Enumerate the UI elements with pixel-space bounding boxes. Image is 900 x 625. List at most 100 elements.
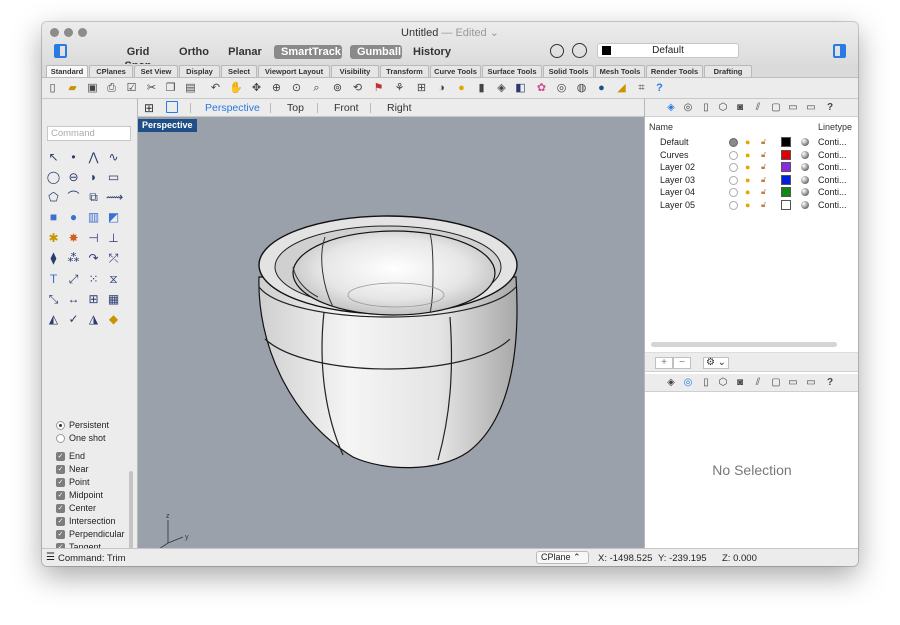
layer-color-swatch[interactable] xyxy=(781,137,791,147)
arc-icon[interactable]: ◗ xyxy=(86,170,101,185)
gumball-button[interactable]: Gumball xyxy=(350,45,402,59)
layers-icon[interactable]: ◈ xyxy=(665,377,677,389)
move-icon[interactable]: ⤢ xyxy=(66,272,81,287)
rotate-view-icon[interactable]: ✥ xyxy=(250,82,263,95)
hide-objects-icon[interactable]: ◑ xyxy=(435,82,448,95)
tab-right[interactable]: Right xyxy=(387,102,412,114)
checkbox-perpendicular[interactable]: ✓ xyxy=(56,530,65,539)
cplane-select[interactable]: CPlane ⌃ xyxy=(536,551,589,564)
zoom-icon[interactable]: ⊕ xyxy=(270,82,283,95)
grid-array-icon[interactable]: ⊞ xyxy=(86,292,101,307)
camera-icon[interactable]: ◙ xyxy=(734,377,746,389)
array-icon[interactable]: ⁙ xyxy=(86,272,101,287)
surface-icon[interactable]: ◩ xyxy=(106,210,121,225)
command-history-icon[interactable]: ☰ xyxy=(46,552,55,563)
tab-front[interactable]: Front xyxy=(334,102,359,114)
tab-display[interactable]: Display xyxy=(179,65,220,77)
name-column-header[interactable]: Name xyxy=(649,122,673,132)
file-icon[interactable]: ▭ xyxy=(787,377,799,389)
render-icon[interactable]: ● xyxy=(595,82,608,95)
display-icon[interactable]: ◎ xyxy=(682,102,694,114)
block-icon[interactable]: ▦ xyxy=(106,292,121,307)
left-sidebar-toggle-icon[interactable] xyxy=(54,44,67,58)
lock-icon[interactable]: 🔓︎ xyxy=(761,174,770,186)
tab-transform[interactable]: Transform xyxy=(380,65,429,77)
properties-icon[interactable]: ☑ xyxy=(125,82,138,95)
current-layer-indicator[interactable] xyxy=(729,151,738,160)
explode-icon[interactable]: ✸ xyxy=(66,231,81,246)
file-icon[interactable]: ▭ xyxy=(787,102,799,114)
zoom-window-icon[interactable]: ⊙ xyxy=(290,82,303,95)
add-layer-button[interactable]: + xyxy=(655,357,673,369)
curve-icon[interactable]: ∿ xyxy=(106,150,121,165)
circle-icon[interactable]: ◯ xyxy=(46,170,61,185)
grid-snap-button[interactable]: Grid Snap xyxy=(114,45,162,72)
checkbox-intersection[interactable]: ✓ xyxy=(56,517,65,526)
mirror-icon[interactable]: ⧖ xyxy=(106,272,121,287)
document-icon[interactable]: ▯ xyxy=(700,377,712,389)
history-button[interactable]: History xyxy=(412,45,452,59)
edited-indicator[interactable]: — Edited ⌄ xyxy=(441,27,499,39)
undo-view-icon[interactable]: ⟲ xyxy=(351,82,364,95)
offset-curve-icon[interactable]: ⧉ xyxy=(86,190,101,205)
perspective-viewport[interactable]: Perspective z y xyxy=(138,117,644,548)
current-layer-select[interactable]: Default xyxy=(597,43,739,58)
lock-icon[interactable]: 🔓︎ xyxy=(761,136,770,148)
layer-icon[interactable]: ◈ xyxy=(495,82,508,95)
help-panel-icon[interactable]: ? xyxy=(824,102,836,114)
paste-icon[interactable]: ▤ xyxy=(184,82,197,95)
layer-color-swatch[interactable] xyxy=(781,200,791,210)
ortho-button[interactable]: Ortho xyxy=(176,45,212,59)
distance-icon[interactable]: ◮ xyxy=(86,312,101,327)
checkbox-end[interactable]: ✓ xyxy=(56,452,65,461)
layer-color-swatch[interactable] xyxy=(781,175,791,185)
layer-settings-button[interactable]: ⚙ ⌄ xyxy=(703,357,729,369)
material-icon[interactable] xyxy=(801,138,809,146)
light-bulb-icon[interactable]: ● xyxy=(745,136,754,148)
osnap-scrollbar[interactable] xyxy=(129,471,133,551)
command-input[interactable]: Command xyxy=(47,126,131,141)
right-sidebar-toggle-icon[interactable] xyxy=(833,44,846,58)
layer-color-swatch[interactable] xyxy=(781,187,791,197)
light-bulb-icon[interactable]: ● xyxy=(745,186,754,198)
layer-row[interactable]: Layer 05 ● 🔓︎ Conti... xyxy=(645,199,858,211)
current-layer-indicator[interactable] xyxy=(729,176,738,185)
select-all-icon[interactable]: ⚑ xyxy=(372,82,385,95)
render-mode-icon[interactable]: ◎ xyxy=(555,82,568,95)
current-layer-indicator[interactable] xyxy=(729,138,738,147)
display-icon[interactable]: ◎ xyxy=(682,377,694,389)
single-viewport-icon[interactable] xyxy=(166,101,178,113)
record-history-icon[interactable] xyxy=(572,43,587,58)
lock-icon[interactable]: 🔓︎ xyxy=(761,199,770,211)
lock-icon[interactable]: ▮ xyxy=(475,82,488,95)
cut-icon[interactable]: ✂ xyxy=(145,82,158,95)
block-panel-icon[interactable]: ⬡ xyxy=(717,102,729,114)
four-views-icon[interactable]: ⊞ xyxy=(415,82,428,95)
light-bulb-icon[interactable]: ● xyxy=(745,149,754,161)
open-file-icon[interactable]: ▰ xyxy=(66,82,79,95)
ellipse-icon[interactable]: ⊖ xyxy=(66,170,81,185)
select-arrow-icon[interactable]: ↖ xyxy=(46,150,61,165)
checkbox-point[interactable]: ✓ xyxy=(56,478,65,487)
current-layer-indicator[interactable] xyxy=(729,201,738,210)
rebuild-icon[interactable]: ↷ xyxy=(86,251,101,266)
polyline-icon[interactable]: ⋀ xyxy=(86,150,101,165)
tab-set-view[interactable]: Set View xyxy=(134,65,178,77)
zoom-extents-icon[interactable]: ⌕ xyxy=(310,82,323,95)
tab-viewport-layout[interactable]: Viewport Layout xyxy=(258,65,330,77)
note-icon[interactable]: ▢ xyxy=(770,377,782,389)
trim-icon[interactable]: ⊣ xyxy=(86,231,101,246)
layer-color-swatch[interactable] xyxy=(781,162,791,172)
help-panel-icon[interactable]: ? xyxy=(824,377,836,389)
material-icon[interactable] xyxy=(801,151,809,159)
material-icon[interactable] xyxy=(801,188,809,196)
boolean-union-icon[interactable]: ✱ xyxy=(46,231,61,246)
light-bulb-icon[interactable]: ● xyxy=(745,174,754,186)
checkbox-near[interactable]: ✓ xyxy=(56,465,65,474)
tab-top[interactable]: Top xyxy=(287,102,304,114)
lock-icon[interactable]: 🔓︎ xyxy=(761,186,770,198)
linetype-panel-icon[interactable]: ⫽ xyxy=(752,377,764,389)
tab-select[interactable]: Select xyxy=(221,65,257,77)
zoom-selected-icon[interactable]: ⊚ xyxy=(331,82,344,95)
checkbox-center[interactable]: ✓ xyxy=(56,504,65,513)
